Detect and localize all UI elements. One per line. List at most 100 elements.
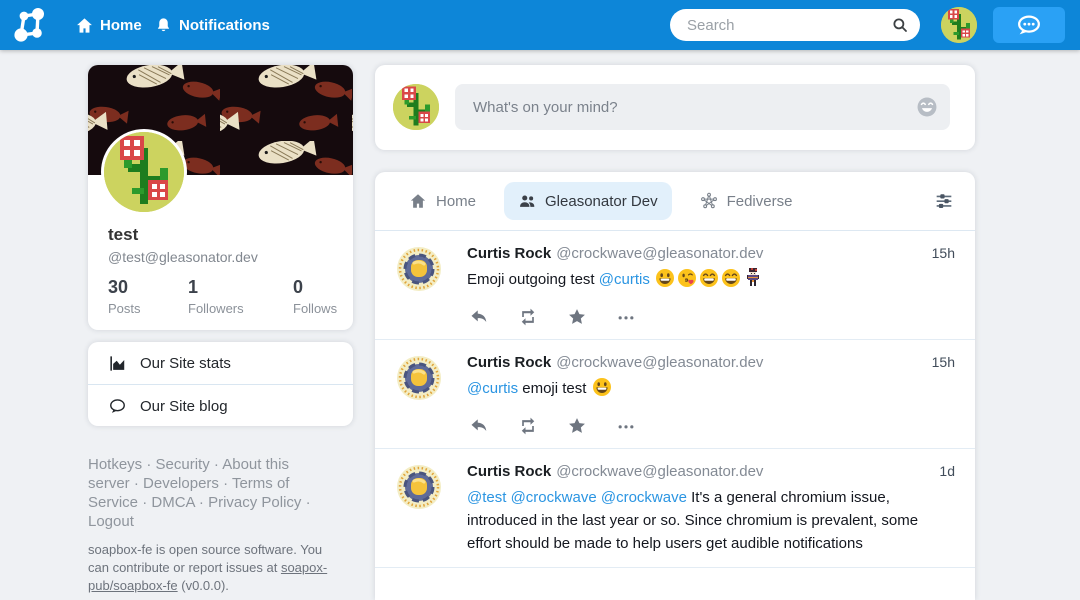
stat-value: 1	[188, 277, 293, 298]
post-avatar[interactable]	[395, 354, 443, 402]
mention-link[interactable]: @curtis	[599, 271, 650, 288]
menu-item[interactable]: Our Site blog	[88, 384, 353, 427]
repost-button[interactable]	[518, 416, 538, 436]
mention-link[interactable]: @crockwave	[601, 489, 687, 506]
app-logo-icon[interactable]	[10, 5, 50, 45]
footer-link[interactable]: Hotkeys	[88, 456, 142, 473]
post-avatar[interactable]	[395, 463, 443, 511]
search-bar	[670, 9, 920, 41]
repost-button[interactable]	[518, 307, 538, 327]
timeline-tab[interactable]: Home	[395, 182, 490, 220]
post-timestamp[interactable]: 15h	[932, 245, 955, 261]
timeline-tab[interactable]: Fediverse	[686, 182, 807, 220]
timeline-tabbar: Home Gleasonator Dev Fediverse	[375, 172, 975, 231]
reply-button[interactable]	[469, 416, 489, 436]
composer-card	[375, 65, 975, 150]
top-navbar: Home Notifications	[0, 0, 1080, 50]
users-icon	[518, 192, 536, 210]
grinning-face-emoji	[655, 268, 675, 288]
post-author[interactable]: Curtis Rock	[467, 354, 551, 371]
footer-link[interactable]: Security	[156, 456, 210, 473]
chat-button[interactable]	[993, 7, 1065, 43]
post-actions	[469, 416, 955, 436]
home-icon	[76, 17, 93, 34]
profile-card: test @test@gleasonator.dev 30 Posts 1 Fo…	[88, 65, 353, 330]
timeline-tab[interactable]: Gleasonator Dev	[504, 182, 672, 220]
app: Home Notifications	[0, 0, 1080, 600]
mention-link[interactable]: @curtis	[467, 380, 518, 397]
timeline-settings-icon[interactable]	[933, 190, 955, 212]
footer-about: soapbox-fe is open source software. You …	[88, 541, 342, 595]
post-handle: @crockwave@gleasonator.dev	[556, 463, 763, 480]
footer-link[interactable]: DMCA	[151, 494, 194, 511]
post-content: @curtis emoji test	[467, 377, 955, 400]
profile-stats: 30 Posts 1 Followers 0 Follows	[108, 277, 353, 316]
profile-stat[interactable]: 0 Follows	[293, 277, 353, 316]
tab-label: Gleasonator Dev	[545, 193, 658, 210]
bell-icon	[155, 17, 172, 34]
nav-notifications-label: Notifications	[179, 17, 270, 34]
reply-button[interactable]	[469, 307, 489, 327]
composer-field	[455, 84, 950, 130]
nav-home-link[interactable]: Home	[76, 0, 142, 50]
post: Curtis Rock @crockwave@gleasonator.dev 1…	[375, 340, 975, 449]
profile-stat[interactable]: 1 Followers	[188, 277, 293, 316]
more-button[interactable]	[616, 416, 636, 436]
post-author[interactable]: Curtis Rock	[467, 245, 551, 262]
stat-label: Posts	[108, 301, 188, 316]
mention-link[interactable]: @test	[467, 489, 506, 506]
kissing-heart-emoji	[677, 268, 697, 288]
favourite-button[interactable]	[567, 416, 587, 436]
site-blog-icon	[88, 397, 127, 416]
composer-input[interactable]	[471, 98, 916, 117]
favourite-button[interactable]	[567, 307, 587, 327]
footer-links: Hotkeys · Security · About this server ·…	[88, 455, 320, 531]
profile-handle: @test@gleasonator.dev	[108, 249, 258, 265]
emoji-picker-button[interactable]	[916, 96, 938, 118]
stat-label: Follows	[293, 301, 353, 316]
post-actions	[469, 307, 955, 327]
composer-avatar[interactable]	[393, 84, 439, 130]
post-timestamp[interactable]: 15h	[932, 354, 955, 370]
nav-home-label: Home	[100, 17, 142, 34]
search-input[interactable]	[685, 16, 891, 35]
post-handle: @crockwave@gleasonator.dev	[556, 354, 763, 371]
timeline-posts: Curtis Rock @crockwave@gleasonator.dev 1…	[375, 231, 975, 568]
timeline-card: Home Gleasonator Dev Fediverse Curtis Ro…	[375, 172, 975, 600]
menu-item[interactable]: Our Site stats	[88, 342, 353, 384]
beaming-face-emoji	[699, 268, 719, 288]
post-avatar[interactable]	[395, 245, 443, 293]
profile-stat[interactable]: 30 Posts	[108, 277, 188, 316]
footer-link[interactable]: Privacy Policy	[208, 494, 301, 511]
nav-notifications-link[interactable]: Notifications	[155, 0, 270, 50]
profile-avatar[interactable]	[101, 129, 187, 215]
post-content: @test @crockwave @crockwave It's a gener…	[467, 486, 955, 555]
footer-link[interactable]: Developers	[143, 475, 219, 492]
home-tab-icon	[409, 192, 427, 210]
nav-user-avatar[interactable]	[941, 7, 977, 43]
tab-label: Fediverse	[727, 193, 793, 210]
post-timestamp[interactable]: 1d	[939, 463, 955, 479]
chat-icon	[1014, 14, 1044, 37]
stat-label: Followers	[188, 301, 293, 316]
post-author[interactable]: Curtis Rock	[467, 463, 551, 480]
beaming-face-emoji	[721, 268, 741, 288]
search-icon[interactable]	[891, 16, 909, 34]
tab-label: Home	[436, 193, 476, 210]
grinning-face-emoji	[592, 377, 612, 397]
post: Curtis Rock @crockwave@gleasonator.dev 1…	[375, 449, 975, 568]
custom-sprite-emoji	[743, 268, 763, 288]
post-handle: @crockwave@gleasonator.dev	[556, 245, 763, 262]
footer-about-version: (v0.0.0).	[178, 578, 229, 593]
profile-display-name: test	[108, 225, 138, 245]
site-stats-icon	[88, 354, 127, 373]
menu-item-label: Our Site blog	[140, 398, 228, 415]
footer-link[interactable]: Logout	[88, 513, 134, 530]
mention-link[interactable]: @crockwave	[511, 489, 597, 506]
menu-item-label: Our Site stats	[140, 355, 231, 372]
more-button[interactable]	[616, 307, 636, 327]
post: Curtis Rock @crockwave@gleasonator.dev 1…	[375, 231, 975, 340]
stat-value: 30	[108, 277, 188, 298]
stat-value: 0	[293, 277, 353, 298]
fediverse-icon	[700, 192, 718, 210]
